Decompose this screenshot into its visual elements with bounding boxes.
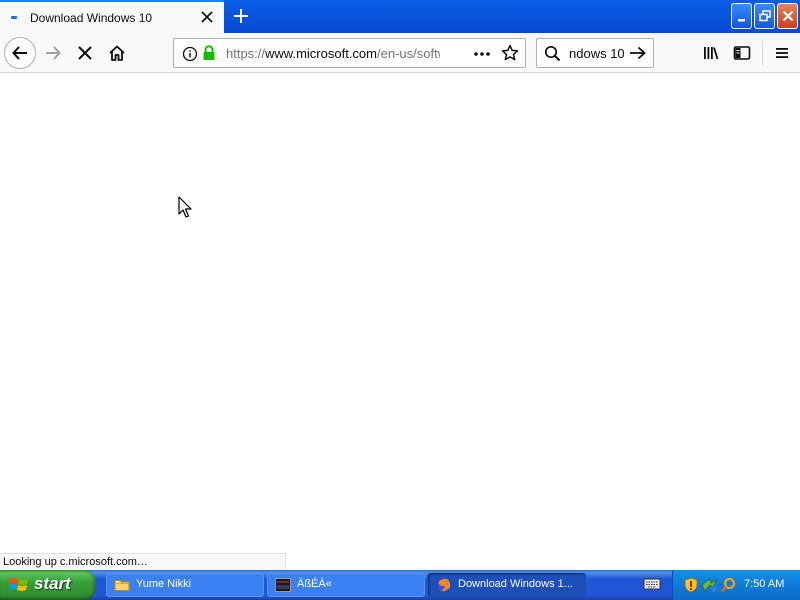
library-icon: [704, 47, 719, 60]
taskbar: start Yume Nikki ÄßÉÀ« Download Windows …: [0, 570, 800, 600]
system-tray: 7:50 AM: [672, 570, 800, 600]
hamburger-menu-icon: [776, 48, 788, 58]
tab-active[interactable]: Download Windows 10: [0, 0, 224, 33]
forward-button[interactable]: [38, 38, 68, 68]
library-button[interactable]: [696, 38, 726, 68]
back-button[interactable]: [4, 37, 36, 69]
keyboard-icon[interactable]: [643, 577, 661, 591]
page-actions-icon[interactable]: [472, 46, 492, 62]
taskbar-button-app[interactable]: ÄßÉÀ«: [267, 573, 425, 597]
tab-close-button[interactable]: [198, 8, 216, 26]
tab-strip: Download Windows 10: [0, 0, 800, 33]
loading-favicon-icon: [11, 16, 17, 19]
page-content[interactable]: [0, 74, 800, 570]
open-menu-button[interactable]: [767, 38, 797, 68]
url-path: /en-us/software-download/windows10: [377, 46, 440, 61]
firefox-icon: [437, 578, 451, 592]
taskbar-button-label: Yume Nikki: [136, 578, 192, 590]
restore-icon: [758, 10, 771, 22]
start-button[interactable]: start: [0, 570, 96, 600]
taskbar-button-firefox[interactable]: Download Windows 1...: [428, 573, 586, 597]
bookmark-star-icon[interactable]: [501, 44, 519, 62]
taskbar-button-label: Download Windows 1...: [458, 578, 573, 590]
stop-icon: [78, 46, 92, 60]
new-tab-button[interactable]: [229, 4, 253, 28]
sidebar-icon: [733, 46, 751, 60]
mouse-cursor-icon: [178, 196, 192, 218]
minimize-icon: [738, 18, 745, 21]
window-minimize-button[interactable]: [731, 3, 752, 29]
arrow-right-icon[interactable]: [629, 45, 647, 61]
plus-icon: [234, 9, 248, 23]
taskbar-button-yume-nikki[interactable]: Yume Nikki: [106, 573, 264, 597]
url-text[interactable]: https://www.microsoft.com/en-us/software…: [226, 46, 440, 61]
close-icon: [201, 11, 213, 23]
close-icon: [782, 10, 793, 22]
lock-icon[interactable]: [202, 45, 216, 61]
window-close-button[interactable]: [777, 3, 798, 29]
url-bar[interactable]: https://www.microsoft.com/en-us/software…: [173, 38, 526, 68]
sidebar-toggle-button[interactable]: [727, 38, 757, 68]
navigation-toolbar: https://www.microsoft.com/en-us/software…: [0, 33, 800, 73]
search-icon[interactable]: [720, 577, 736, 593]
arrow-right-icon: [46, 46, 61, 60]
toolbar-separator: [762, 41, 763, 65]
status-panel: Looking up c.microsoft.com…: [0, 553, 286, 570]
url-scheme: https://: [226, 46, 266, 61]
info-icon[interactable]: [182, 46, 198, 62]
taskbar-button-label: ÄßÉÀ«: [297, 578, 332, 590]
shield-icon[interactable]: [683, 577, 699, 593]
folder-icon: [114, 580, 130, 591]
home-button[interactable]: [102, 38, 132, 68]
network-icon[interactable]: [701, 577, 719, 593]
url-host: www.microsoft.com: [265, 46, 377, 61]
search-bar[interactable]: ndows 10: [536, 38, 654, 68]
start-label: start: [34, 574, 71, 593]
stop-loading-button[interactable]: [70, 38, 100, 68]
windows-logo-icon: [9, 578, 28, 591]
tab-title: Download Windows 10: [30, 11, 153, 25]
home-icon: [109, 45, 125, 61]
clock: 7:50 AM: [744, 578, 785, 590]
arrow-left-icon: [12, 46, 27, 60]
search-input[interactable]: ndows 10: [569, 46, 627, 61]
window-restore-button[interactable]: [754, 3, 775, 29]
app-icon: [275, 578, 291, 592]
search-icon: [544, 45, 561, 62]
